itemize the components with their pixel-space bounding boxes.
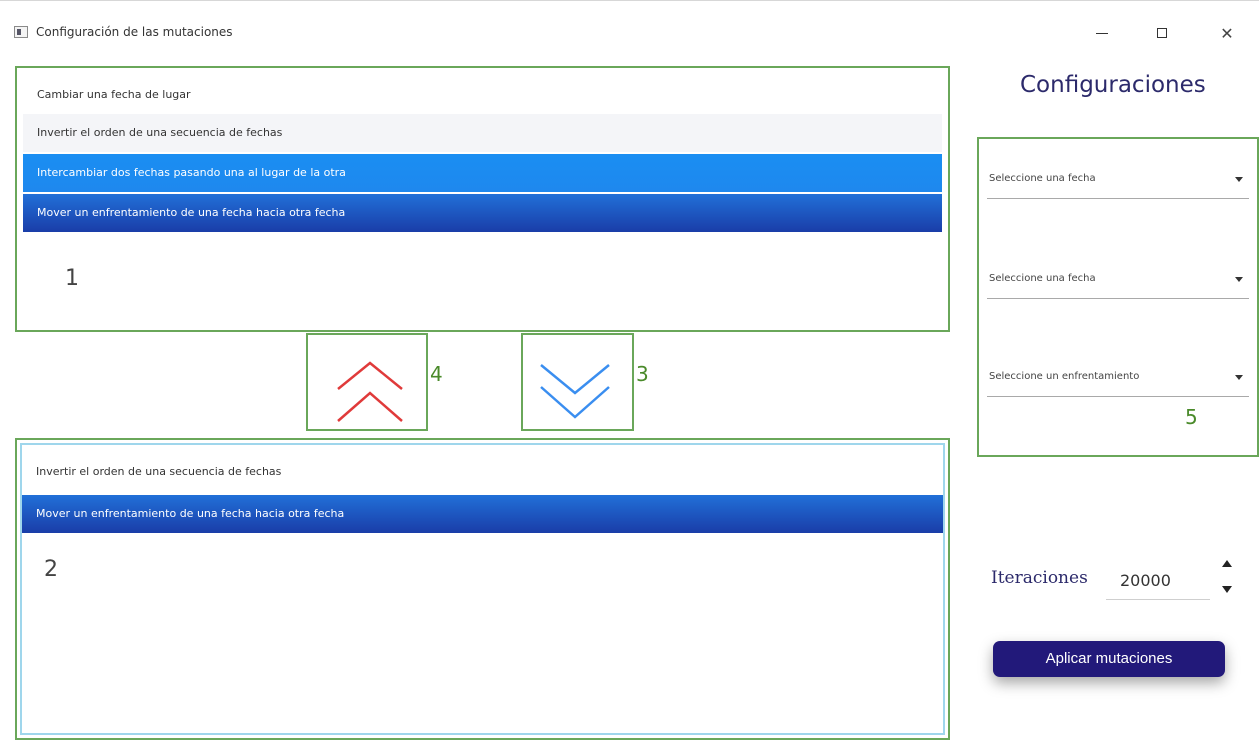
annotation-2: 2 <box>44 557 58 582</box>
close-icon: ✕ <box>1220 23 1234 43</box>
close-button[interactable]: ✕ <box>1205 17 1249 49</box>
chevron-down-icon <box>1235 375 1243 380</box>
list-item-selected[interactable]: Mover un enfrentamiento de una fecha hac… <box>22 495 943 533</box>
available-mutations-list[interactable]: Cambiar una fecha de lugar Invertir el o… <box>15 66 950 332</box>
chevron-down-icon <box>1235 277 1243 282</box>
annotation-1: 1 <box>65 266 79 291</box>
iterations-label: Iteraciones <box>991 568 1088 588</box>
double-chevron-down-icon <box>540 364 610 419</box>
app-icon <box>14 26 28 38</box>
annotation-4: 4 <box>430 362 443 386</box>
list-item-selected[interactable]: Mover un enfrentamiento de una fecha hac… <box>23 194 942 232</box>
annotation-5: 5 <box>1185 405 1198 429</box>
date-select-2[interactable]: Seleccione una fecha <box>987 259 1249 299</box>
minimize-button[interactable] <box>1080 17 1124 49</box>
iterations-input[interactable] <box>1106 562 1210 600</box>
title-bar: Configuración de las mutaciones ✕ <box>0 0 1259 58</box>
date-select-2-text: Seleccione una fecha <box>989 273 1096 284</box>
match-select[interactable]: Seleccione un enfrentamiento <box>987 357 1249 397</box>
list-item-selected[interactable]: Intercambiar dos fechas pasando una al l… <box>23 154 942 192</box>
maximize-button[interactable] <box>1140 17 1184 49</box>
spin-up-icon[interactable] <box>1222 560 1232 567</box>
move-up-button[interactable] <box>306 333 428 431</box>
config-panel: Seleccione una fecha Seleccione una fech… <box>977 137 1259 457</box>
list-item[interactable]: Invertir el orden de una secuencia de fe… <box>23 114 942 152</box>
move-down-button[interactable] <box>521 333 634 431</box>
minimize-icon <box>1096 32 1108 34</box>
spin-down-icon[interactable] <box>1222 586 1232 593</box>
chevron-down-icon <box>1235 177 1243 182</box>
annotation-3: 3 <box>636 362 649 386</box>
double-chevron-up-icon <box>337 361 403 422</box>
match-select-text: Seleccione un enfrentamiento <box>989 371 1140 382</box>
selected-mutations-list[interactable]: Invertir el orden de una secuencia de fe… <box>15 438 950 740</box>
list-focus-border: Invertir el orden de una secuencia de fe… <box>20 443 945 735</box>
date-select-1[interactable]: Seleccione una fecha <box>987 159 1249 199</box>
config-title: Configuraciones <box>1020 72 1206 98</box>
date-select-1-text: Seleccione una fecha <box>989 173 1096 184</box>
maximize-icon <box>1157 28 1167 38</box>
window-title: Configuración de las mutaciones <box>36 25 233 39</box>
list-item[interactable]: Invertir el orden de una secuencia de fe… <box>22 453 943 491</box>
list-item[interactable]: Cambiar una fecha de lugar <box>23 76 942 114</box>
apply-mutations-button[interactable]: Aplicar mutaciones <box>993 641 1225 677</box>
